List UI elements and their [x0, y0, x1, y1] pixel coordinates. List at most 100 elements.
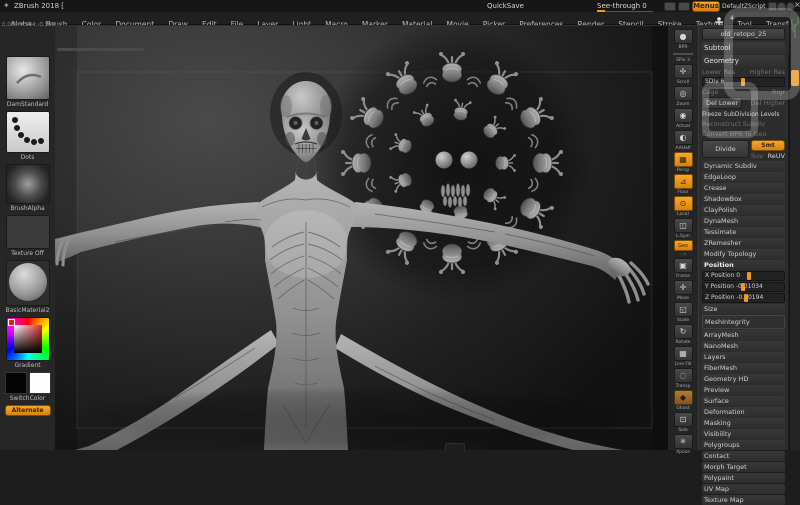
aahalf-icon: ◐	[680, 134, 687, 142]
section-contact[interactable]: Contact	[702, 451, 785, 461]
lsym-button[interactable]: ◫ L.Sym	[668, 218, 698, 239]
section-dynamesh[interactable]: DynaMesh	[702, 216, 785, 226]
section-arraymesh[interactable]: ArrayMesh	[702, 330, 785, 340]
gyro-rotate-button[interactable]: ↻ Rotate	[668, 324, 698, 345]
section-uv-map[interactable]: UV Map	[702, 484, 785, 494]
persp-button[interactable]: ▦ Persp	[668, 152, 698, 173]
geometry-section-header[interactable]: Geometry	[702, 55, 785, 67]
smt-toggle[interactable]: Smt	[751, 140, 785, 151]
section-modify-topology[interactable]: Modify Topology	[702, 249, 785, 259]
reconstruct-subdiv-button[interactable]: Reconstruct Subdiv	[702, 120, 785, 128]
freeze-subdiv-button[interactable]: Freeze SubDivision Levels	[702, 111, 785, 118]
current-material-thumb[interactable]	[6, 260, 50, 306]
transp-button[interactable]: ◌ Transp	[668, 368, 698, 389]
y-position-handle[interactable]	[741, 283, 745, 291]
gyro-scale-button[interactable]: ◱ Scale	[668, 302, 698, 323]
x-position-slider[interactable]: X Position 0	[702, 271, 785, 281]
section-deformation[interactable]: Deformation	[702, 407, 785, 417]
actual-button[interactable]: ◉ Actual	[668, 108, 698, 129]
section-surface[interactable]: Surface	[702, 396, 785, 406]
aahalf-button[interactable]: ◐ AAHalf	[668, 130, 698, 151]
frame-button[interactable]: ▣ Frame	[668, 258, 698, 279]
toggle-pill-2-icon[interactable]	[678, 2, 690, 11]
section-texture-map[interactable]: Texture Map	[702, 495, 785, 505]
section-size[interactable]: Size	[702, 304, 785, 314]
hand-cursor-icon[interactable]	[768, 2, 777, 11]
del-higher-button[interactable]: Del Higher	[751, 99, 786, 107]
section-claypolish[interactable]: ClayPolish	[702, 205, 785, 215]
current-texture-button[interactable]	[6, 215, 50, 249]
section-visibility[interactable]: Visibility	[702, 429, 785, 439]
lock-icon[interactable]	[777, 2, 786, 11]
ghost-button[interactable]: ◆ Ghost	[668, 390, 698, 411]
close-window-button[interactable]: ×	[794, 0, 800, 9]
section-crease[interactable]: Crease	[702, 183, 785, 193]
y-position-slider[interactable]: Y Position -0.01034	[702, 282, 785, 292]
alternate-button[interactable]: Alternate	[5, 405, 51, 416]
color-picker[interactable]	[6, 317, 50, 361]
section-dynamic-subdiv[interactable]: Dynamic Subdiv	[702, 161, 785, 171]
main-color-swatch[interactable]	[5, 372, 27, 394]
section-layers[interactable]: Layers	[702, 352, 785, 362]
secondary-color-swatch[interactable]	[29, 372, 51, 394]
solo-button[interactable]: ⊡ Solo	[668, 412, 698, 433]
section-morph-target[interactable]: Morph Target	[702, 462, 785, 472]
section-edgeloop[interactable]: EdgeLoop	[702, 172, 785, 182]
section-shadowbox[interactable]: ShadowBox	[702, 194, 785, 204]
z-position-handle[interactable]	[744, 294, 748, 302]
lower-res-button[interactable]: Lower Res	[702, 68, 735, 76]
see-through-slider[interactable]: See-through 0	[597, 2, 647, 10]
xpose-button[interactable]: ✳ Xpose	[668, 434, 698, 455]
toggle-pill-1-icon[interactable]	[664, 2, 676, 11]
current-alpha-button[interactable]	[6, 164, 50, 204]
floor-label: Floor	[677, 190, 688, 195]
sv-square[interactable]	[14, 325, 42, 353]
linefill-button[interactable]: ▦ Line Fill	[668, 346, 698, 367]
section-preview[interactable]: Preview	[702, 385, 785, 395]
del-lower-button[interactable]: Del Lower	[702, 97, 742, 109]
section-polypaint[interactable]: Polypaint	[702, 473, 785, 483]
section-position[interactable]: Position	[702, 260, 785, 270]
section-fibermesh[interactable]: FiberMesh	[702, 363, 785, 373]
section-nanomesh[interactable]: NanoMesh	[702, 341, 785, 351]
convert-bpr-button[interactable]: Convert BPR To Geo	[702, 130, 785, 138]
scroll-button[interactable]: ✢ Scroll	[668, 64, 698, 85]
subtool-section-header[interactable]: Subtool	[702, 42, 785, 54]
linefill-grid-icon: ▦	[679, 350, 687, 358]
reuv-button[interactable]: ReUV	[768, 152, 785, 160]
lightbox-resize-handle[interactable]	[57, 48, 145, 51]
viewport-canvas[interactable]	[55, 26, 668, 450]
current-stroke-type-button[interactable]	[6, 111, 50, 153]
section-masking[interactable]: Masking	[702, 418, 785, 428]
higher-res-button[interactable]: Higher Res	[750, 68, 785, 76]
menus-button[interactable]: Menus	[692, 1, 720, 12]
section-zremesher[interactable]: ZRemesher	[702, 238, 785, 248]
section-geometry-hd[interactable]: Geometry HD	[702, 374, 785, 384]
divide-button[interactable]: Divide	[702, 140, 749, 158]
x-position-handle[interactable]	[747, 272, 751, 280]
z-position-slider[interactable]: Z Position -0.00194	[702, 293, 785, 303]
gyro-move-button[interactable]: ✛ Move	[668, 280, 698, 301]
lsym-label: L.Sym	[676, 234, 690, 239]
tray-scroll-handle[interactable]	[791, 70, 799, 86]
mesh-integrity-box[interactable]: MeshIntegrity	[702, 315, 785, 329]
zoom-button[interactable]: ◎ Zoom	[668, 86, 698, 107]
current-tool-button[interactable]: old_retopo_25	[702, 28, 785, 40]
sdiv-slider[interactable]: SDiv 6	[702, 77, 785, 87]
transp-icon: ◌	[680, 372, 687, 380]
cage-button[interactable]: Cage	[702, 88, 719, 96]
local-button[interactable]: ⊙ Local	[668, 196, 698, 217]
section-polygroups[interactable]: Polygroups	[702, 440, 785, 450]
bpr-button[interactable]: ● BPR	[668, 29, 698, 50]
section-tessimate[interactable]: Tessimate	[702, 227, 785, 237]
rigr-button[interactable]: Rigr	[772, 88, 785, 96]
current-brush-button[interactable]	[6, 56, 50, 100]
suv-toggle[interactable]: Suv	[751, 152, 763, 160]
floor-button[interactable]: ⊿ Floor	[668, 174, 698, 195]
quicksave-button[interactable]: QuickSave	[487, 2, 524, 10]
app-title: ZBrush 2018 [	[14, 2, 64, 10]
sdiv-handle[interactable]	[741, 78, 745, 86]
zscript-button[interactable]: DefaultZScript	[722, 3, 765, 10]
geo-button[interactable]: Geo ○ ⊕	[668, 240, 698, 257]
spix-slider[interactable]: SPix 3	[668, 51, 698, 63]
